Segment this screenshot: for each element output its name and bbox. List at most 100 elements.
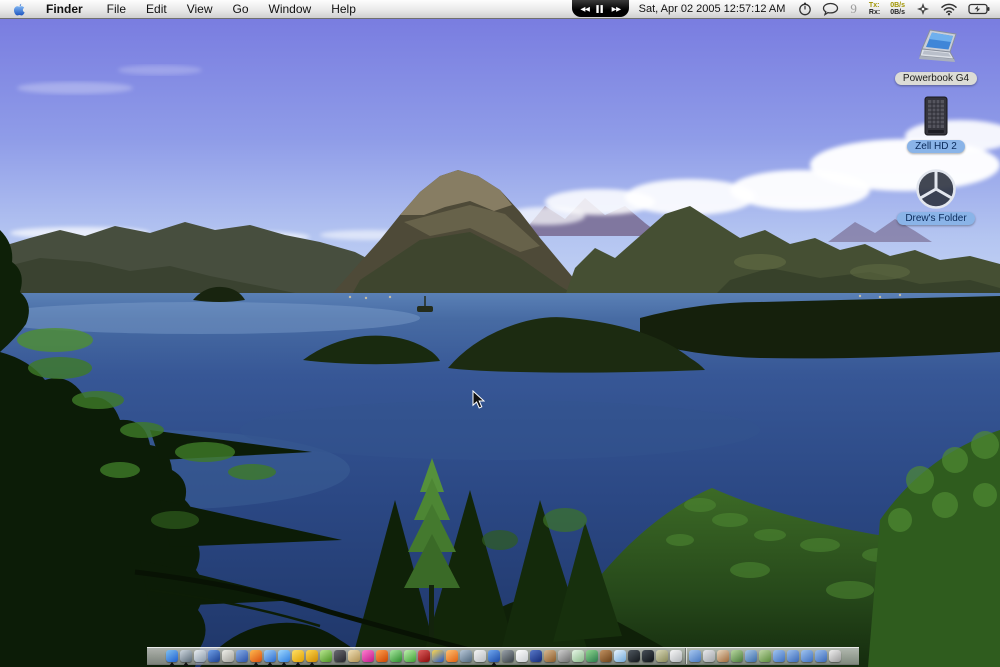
dock-item-orange-orb-icon[interactable]: [375, 647, 389, 665]
menu-help[interactable]: Help: [321, 0, 366, 19]
dock-item-yellow-orb-icon[interactable]: [291, 647, 305, 666]
finder-icon: [165, 650, 178, 662]
menu-file[interactable]: File: [97, 0, 136, 19]
network-throughput-meter[interactable]: Tx: 0B/s Rx: 0B/s: [863, 2, 911, 16]
desktop-icon-drews-folder[interactable]: Drew's Folder: [897, 168, 975, 225]
dock-item-ichat-icon[interactable]: [277, 647, 291, 666]
menu-view[interactable]: View: [177, 0, 223, 19]
timer-clock-icon[interactable]: [793, 0, 817, 19]
desktop-screen: Finder File Edit View Go Window Help ◀◀ ▌▌ ▶▶ …: [0, 0, 1000, 667]
firefox-icon: [249, 650, 262, 662]
menu-list: Finder File Edit View Go Window Help: [36, 0, 366, 19]
apple-logo-icon: [13, 3, 25, 15]
rewind-icon[interactable]: ◀◀: [580, 5, 590, 15]
dock-item-appleworks-icon[interactable]: [235, 647, 249, 665]
dock-item-key-icon[interactable]: [655, 647, 669, 665]
dock-item-folder-1-icon[interactable]: [772, 647, 786, 665]
dock-item-ipod-2-icon[interactable]: [702, 647, 716, 665]
dock-item-trash-icon[interactable]: [828, 647, 842, 665]
dock-item-photo-green-2-icon[interactable]: [758, 647, 772, 665]
gray-skull-icon: [557, 650, 570, 662]
dock-item-gray-skull-icon[interactable]: [557, 647, 571, 665]
dock-item-apple-box-icon[interactable]: [669, 647, 683, 665]
powerbook-laptop-icon: [908, 28, 964, 70]
dock-item-steel-app-icon[interactable]: [459, 647, 473, 665]
dock-item-photo-blue-icon[interactable]: [744, 647, 758, 665]
menu-finder[interactable]: Finder: [36, 0, 97, 19]
apple-menu[interactable]: [0, 2, 36, 17]
dock-item-ipod-icon[interactable]: [473, 647, 487, 665]
folder-3-icon: [800, 650, 813, 662]
dock-item-water-drop-icon[interactable]: [613, 647, 627, 665]
dock-item-green-orb-icon[interactable]: [389, 647, 403, 665]
dock-item-yellow-orb-2-icon[interactable]: [305, 647, 319, 666]
dock-item-mail-icon[interactable]: [193, 647, 207, 665]
menu-go[interactable]: Go: [223, 0, 259, 19]
dock-item-pearl-orb-icon[interactable]: [571, 647, 585, 665]
dock-item-parchment-icon[interactable]: [347, 647, 361, 665]
dock-item-grab-icon[interactable]: [179, 647, 193, 666]
dock-item-folder-3-icon[interactable]: [800, 647, 814, 665]
dock-item-folder-4-icon[interactable]: [814, 647, 828, 665]
wallpaper: [0, 0, 1000, 667]
navy-orb-icon: [529, 650, 542, 662]
music-controller-widget[interactable]: ◀◀ ▌▌ ▶▶: [572, 0, 629, 17]
dock-item-red-orb-icon[interactable]: [417, 647, 431, 665]
dock-item-monitor-icon[interactable]: [501, 647, 515, 665]
fast-forward-icon[interactable]: ▶▶: [612, 5, 622, 15]
dark-stone-icon: [333, 650, 346, 662]
dock-item-finder-icon[interactable]: [165, 647, 179, 666]
running-indicator: [490, 662, 497, 666]
dock-item-folder-2-icon[interactable]: [786, 647, 800, 665]
airport-wifi-icon[interactable]: [935, 0, 963, 19]
home-share-icon: [716, 650, 729, 662]
dock-item-terminal-icon[interactable]: [627, 647, 641, 665]
running-indicator: [294, 662, 301, 666]
external-drive-icon: [919, 96, 953, 138]
dock-item-map-green-icon[interactable]: [585, 647, 599, 665]
keychain-crosshair-icon[interactable]: [911, 0, 935, 19]
dock-item-safari-icon[interactable]: [263, 647, 277, 666]
magenta-orb-icon: [361, 650, 374, 662]
dock-item-magenta-orb-icon[interactable]: [361, 647, 375, 665]
monitor-icon: [501, 650, 514, 662]
desktop-icon-zell-hd-2[interactable]: Zell HD 2: [898, 96, 974, 153]
green-orb-icon: [389, 650, 402, 662]
dock-item-tan-app-icon[interactable]: [543, 647, 557, 665]
dock-item-textedit-icon[interactable]: [221, 647, 235, 665]
dock-item-itunes-green-icon[interactable]: [403, 647, 417, 665]
dock-item-navy-orb-icon[interactable]: [529, 647, 543, 665]
classic-environment-icon[interactable]: 9: [844, 1, 863, 17]
textedit-icon: [221, 650, 234, 662]
dock-item-brown-box-icon[interactable]: [599, 647, 613, 665]
running-indicator: [252, 662, 259, 666]
dock-item-orange-swirl-icon[interactable]: [445, 647, 459, 665]
yellow-orb-2-icon: [305, 650, 318, 662]
dock-item-dark-stone-icon[interactable]: [333, 647, 347, 665]
dock-item-white-panel-icon[interactable]: [515, 647, 529, 665]
chat-bubble-icon[interactable]: [817, 0, 844, 19]
pause-icon[interactable]: ▌▌: [596, 5, 605, 15]
safari-icon: [263, 650, 276, 662]
dock-item-terminal-2-icon[interactable]: [641, 647, 655, 665]
terminal-2-icon: [641, 650, 654, 662]
battery-icon[interactable]: [963, 0, 1000, 19]
photo-green-icon: [730, 650, 743, 662]
running-indicator: [266, 662, 273, 666]
dock-item-home-share-icon[interactable]: [716, 647, 730, 665]
menu-bar-clock[interactable]: Sat, Apr 02 2005 12:57:12 AM: [629, 3, 794, 15]
icon-label: Powerbook G4: [894, 72, 978, 85]
running-indicator: [182, 662, 189, 666]
yellow-orb-icon: [291, 650, 304, 662]
dock-item-blue-figure-icon[interactable]: [487, 647, 501, 666]
desktop-icon-powerbook-g4[interactable]: Powerbook G4: [894, 28, 978, 85]
menu-edit[interactable]: Edit: [136, 0, 177, 19]
dock-item-sherlock-icon[interactable]: [207, 647, 221, 665]
dock-item-docs-folder-icon[interactable]: [688, 647, 702, 665]
dock-item-recycle-green-icon[interactable]: [319, 647, 333, 665]
dock-item-firefox-icon[interactable]: [249, 647, 263, 666]
dock-item-blue-yellow-app-icon[interactable]: [431, 647, 445, 665]
dock-item-photo-green-icon[interactable]: [730, 647, 744, 665]
rx-label: Rx:: [868, 9, 881, 16]
menu-window[interactable]: Window: [259, 0, 322, 19]
